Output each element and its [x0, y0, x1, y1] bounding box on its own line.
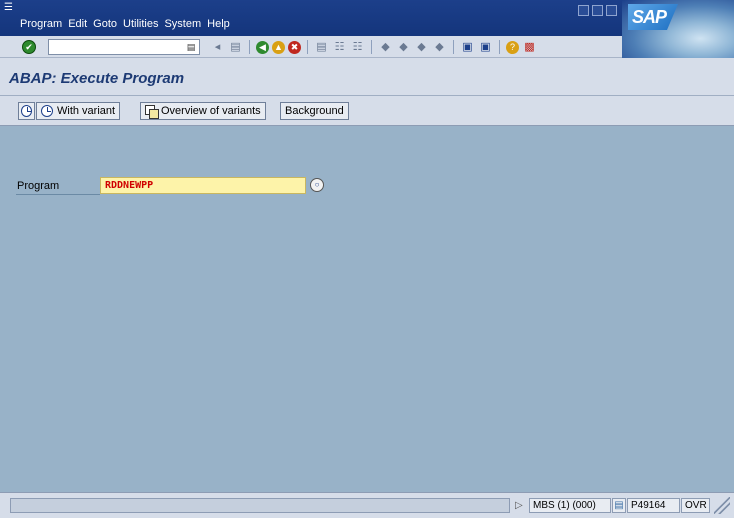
layout-icon[interactable]: ▩ — [522, 40, 537, 55]
search-help-icon[interactable]: ○ — [310, 178, 324, 192]
toolbar-separator — [453, 40, 454, 54]
program-input[interactable]: RDDNEWPP — [100, 177, 306, 194]
save-icon[interactable]: ◂ — [210, 40, 225, 55]
next-page-icon[interactable]: ◆ — [414, 40, 429, 55]
variants-icon — [145, 105, 159, 119]
status-server: P49164 — [627, 498, 680, 513]
sap-logo: SAP — [628, 4, 678, 30]
toolbar-separator — [371, 40, 372, 54]
standard-toolbar: ✔ ▤ ◂ ▤ ◀ ▲ ✖ ▤ ☷ ☷ ◆ ◆ ◆ ◆ ▣ ▣ ? ▩ — [0, 36, 622, 58]
status-insert-mode[interactable]: OVR — [681, 498, 710, 513]
system-info-icon[interactable]: ▤ — [612, 498, 626, 513]
help-icon[interactable]: ? — [506, 40, 519, 54]
menu-items: Program Edit Goto Utilities System Help — [20, 18, 236, 30]
system-menu-icon[interactable]: ☰ — [4, 3, 16, 13]
print-icon[interactable]: ▤ — [314, 40, 329, 55]
title-bar: ABAP: Execute Program — [0, 58, 734, 96]
menu-help[interactable]: Help — [207, 18, 236, 30]
execute-with-variant-icon — [41, 105, 53, 117]
menu-system[interactable]: System — [164, 18, 207, 30]
previous-page-icon[interactable]: ◆ — [396, 40, 411, 55]
sap-gui-window: ☰ Program Edit Goto Utilities System Hel… — [0, 0, 734, 518]
toolbar-separator — [249, 40, 250, 54]
main-area: Program RDDNEWPP ○ — [0, 126, 734, 492]
exit-icon[interactable]: ▲ — [272, 40, 285, 54]
menu-edit[interactable]: Edit — [68, 18, 93, 30]
status-system: MBS (1) (000) — [529, 498, 611, 513]
resize-grip-icon[interactable] — [714, 497, 730, 514]
command-field[interactable] — [48, 39, 200, 55]
program-label: Program — [17, 180, 60, 192]
first-page-icon[interactable]: ◆ — [378, 40, 393, 55]
maximize-icon[interactable] — [592, 5, 603, 16]
toolbar-icons: ◂ ▤ ◀ ▲ ✖ ▤ ☷ ☷ ◆ ◆ ◆ ◆ ▣ ▣ ? ▩ — [210, 39, 537, 55]
toolbar-separator — [499, 40, 500, 54]
enter-icon[interactable]: ✔ — [22, 40, 36, 54]
close-icon[interactable] — [606, 5, 617, 16]
menu-program[interactable]: Program — [20, 18, 68, 30]
overview-of-variants-button[interactable]: Overview of variants — [140, 102, 266, 120]
menu-goto[interactable]: Goto — [93, 18, 123, 30]
execute-button[interactable] — [18, 102, 35, 120]
create-session-icon[interactable]: ▣ — [460, 40, 475, 55]
menu-utilities[interactable]: Utilities — [123, 18, 164, 30]
minimize-icon[interactable] — [578, 5, 589, 16]
window-controls — [578, 5, 617, 16]
status-bar: ▷ MBS (1) (000) ▤ P49164 OVR — [0, 492, 734, 518]
last-page-icon[interactable]: ◆ — [432, 40, 447, 55]
command-history-icon[interactable]: ▤ — [183, 39, 199, 55]
status-message — [10, 498, 510, 513]
shortcut-icon[interactable]: ▣ — [478, 40, 493, 55]
save-disk-icon[interactable]: ▤ — [228, 40, 243, 55]
background-label: Background — [285, 105, 344, 117]
application-toolbar: With variant Overview of variants Backgr… — [0, 96, 734, 126]
find-icon[interactable]: ☷ — [332, 40, 347, 55]
toolbar-separator — [307, 40, 308, 54]
with-variant-button[interactable]: With variant — [36, 102, 121, 120]
cancel-icon[interactable]: ✖ — [288, 40, 301, 54]
status-toggle-icon[interactable]: ▷ — [515, 498, 523, 513]
find-next-icon[interactable]: ☷ — [350, 40, 365, 55]
overview-of-variants-label: Overview of variants — [161, 105, 261, 117]
execute-icon — [21, 105, 32, 117]
background-button[interactable]: Background — [280, 102, 349, 120]
back-icon[interactable]: ◀ — [256, 40, 269, 54]
label-underline — [16, 194, 100, 195]
with-variant-label: With variant — [57, 105, 116, 117]
page-title: ABAP: Execute Program — [9, 70, 185, 87]
